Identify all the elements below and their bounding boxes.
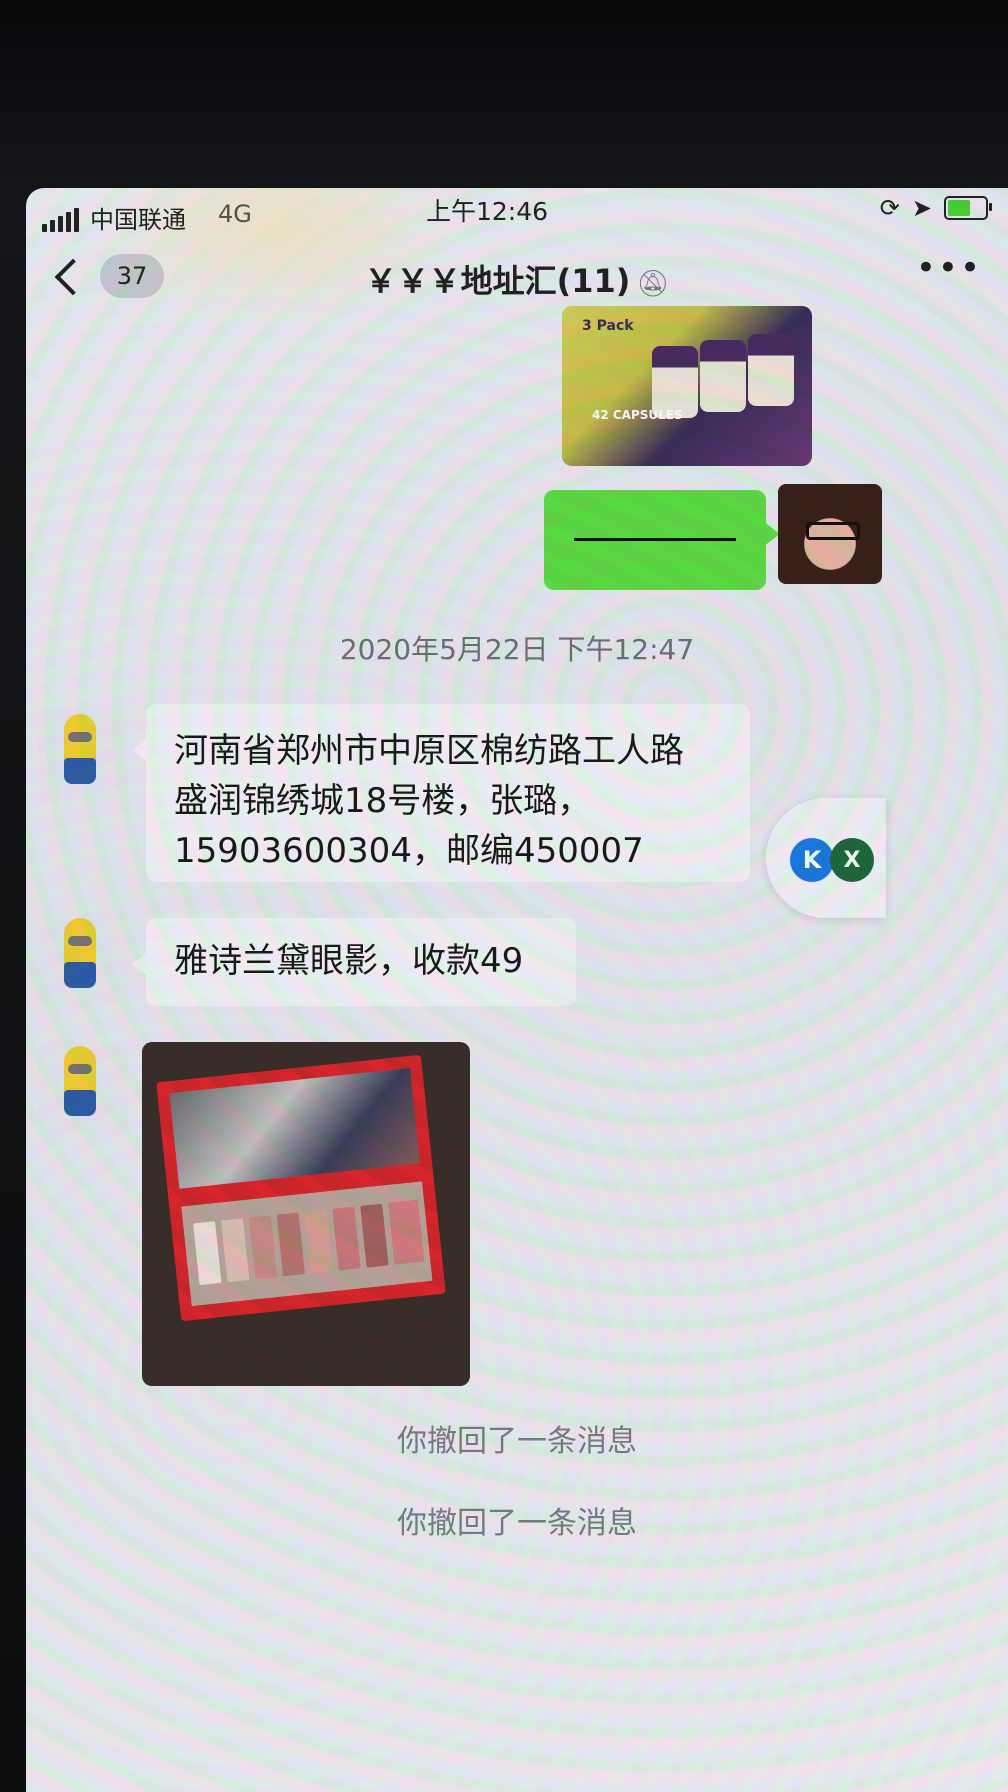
image-message-eyeshadow[interactable] <box>142 1042 470 1386</box>
floating-widget[interactable]: K X <box>766 798 886 918</box>
more-dots-icon[interactable]: ••• <box>916 248 982 288</box>
order-message-bubble[interactable]: 雅诗兰黛眼影，收款49 <box>132 918 576 1006</box>
chat-title: ￥￥￥地址汇(11) 🔕︎ <box>26 256 1008 302</box>
rotation-lock-icon: ⟳ <box>879 194 900 222</box>
sender-avatar[interactable] <box>38 914 128 1006</box>
network-type: 4G <box>218 200 252 228</box>
minion-icon <box>64 918 96 988</box>
chat-header: 37 ￥￥￥地址汇(11) 🔕︎ ••• <box>26 248 1008 318</box>
address-line-3: 15903600304，邮编450007 <box>174 831 644 871</box>
shadow-pan <box>248 1215 278 1280</box>
dash-line <box>574 538 736 541</box>
minion-icon <box>64 1046 96 1116</box>
image-capsules-text: 42 CAPSULES <box>592 408 683 422</box>
bell-off-icon: 🔕︎ <box>636 269 670 299</box>
my-avatar[interactable] <box>778 484 882 584</box>
status-bar: 中国联通 4G 上午12:46 ⟳ ➤ <box>26 188 1008 248</box>
signal-icon <box>42 208 79 232</box>
address-line-2: 盛润锦绣城18号楼，张璐， <box>174 781 592 821</box>
shadow-pan <box>193 1221 222 1286</box>
pill-bottle <box>700 340 746 412</box>
chat-title-text: ￥￥￥地址汇(11) <box>364 262 631 300</box>
widget-close-icon[interactable]: X <box>830 838 874 882</box>
recalled-message-notice: 你撤回了一条消息 <box>397 1506 637 1541</box>
battery-icon <box>944 196 992 220</box>
message-timestamp: 2020年5月22日 下午12:47 <box>339 633 695 666</box>
image-message-pills[interactable]: 3 Pack 42 CAPSULES <box>562 306 812 466</box>
chat-screen: 中国联通 4G 上午12:46 ⟳ ➤ 37 ￥￥￥地址汇(11) 🔕︎ ••• … <box>26 188 1008 1792</box>
carrier-label: 中国联通 <box>90 206 186 234</box>
shadow-pan <box>276 1212 306 1277</box>
shadow-pan <box>220 1218 250 1283</box>
status-time: 上午12:46 <box>426 197 549 226</box>
address-line-1: 河南省郑州市中原区棉纺路工人路 <box>174 731 684 771</box>
status-icons: ⟳ ➤ <box>879 194 992 222</box>
battery-level <box>948 200 970 216</box>
image-pack-text: 3 Pack <box>582 318 634 334</box>
palette-case <box>156 1054 446 1322</box>
minion-icon <box>64 714 96 784</box>
my-message-bubble[interactable] <box>544 490 780 590</box>
widget-k-icon[interactable]: K <box>790 838 834 882</box>
palette-mirror <box>169 1067 421 1189</box>
shadow-pan <box>332 1206 361 1271</box>
phone-frame: 中国联通 4G 上午12:46 ⟳ ➤ 37 ￥￥￥地址汇(11) 🔕︎ ••• … <box>0 0 1008 1792</box>
shadow-pan <box>388 1199 425 1265</box>
location-icon: ➤ <box>911 194 932 222</box>
address-message-bubble[interactable]: 河南省郑州市中原区棉纺路工人路 盛润锦绣城18号楼，张璐， 1590360030… <box>132 704 750 882</box>
palette-tray <box>181 1181 433 1307</box>
recalled-message-notice: 你撤回了一条消息 <box>397 1424 637 1459</box>
sender-avatar[interactable] <box>38 710 128 802</box>
pill-bottle <box>748 334 794 406</box>
sender-avatar[interactable] <box>38 1042 128 1134</box>
shadow-pan <box>304 1209 333 1274</box>
shadow-pan <box>360 1203 389 1268</box>
